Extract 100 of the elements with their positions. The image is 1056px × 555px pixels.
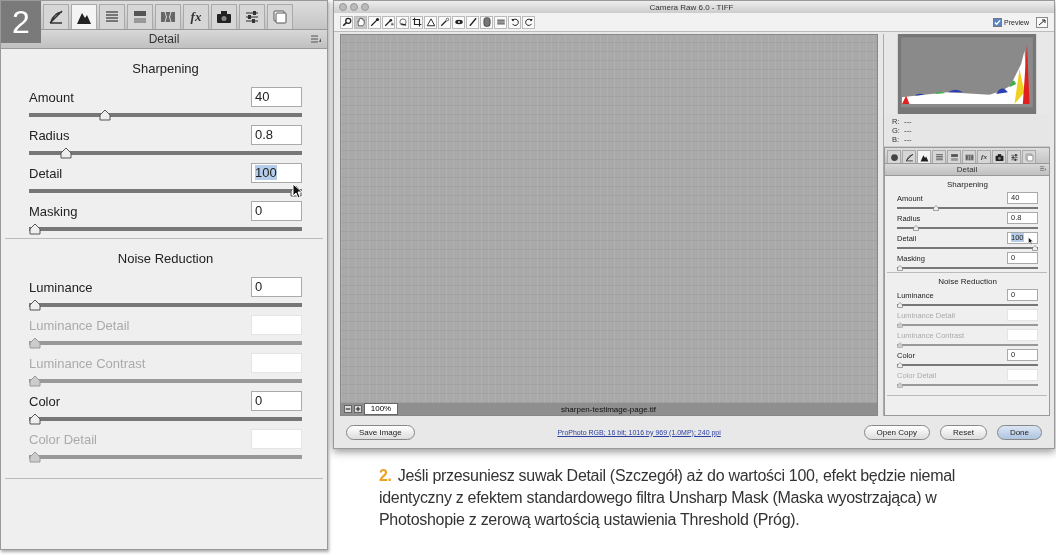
panel-title: Detail: [956, 165, 978, 174]
slider-label: Amount: [29, 89, 74, 105]
value-field[interactable]: 0: [251, 277, 302, 297]
panel-title: Detail: [148, 32, 180, 46]
section-title: Sharpening: [131, 60, 200, 78]
section-title: Noise Reduction: [116, 250, 215, 268]
slider-label: Luminance: [29, 279, 93, 295]
curve-icon: [904, 152, 914, 162]
done-button[interactable]: Done: [996, 424, 1042, 440]
tool-button[interactable]: [368, 15, 381, 29]
zoom-button[interactable]: [361, 3, 369, 11]
zoom-out-button[interactable]: [344, 405, 352, 413]
slider-thumb[interactable]: [29, 299, 41, 311]
panel-tab[interactable]: fx: [183, 4, 209, 29]
value-field[interactable]: 100: [251, 163, 302, 183]
file-name: sharpen-testimage-page.tif: [559, 404, 658, 414]
lens-icon: [964, 152, 974, 162]
panel-menu-icon: [311, 35, 321, 43]
zoom-in-button[interactable]: [354, 405, 362, 413]
tool-button[interactable]: [340, 15, 353, 29]
slider[interactable]: [897, 265, 1038, 271]
preview-checkbox[interactable]: [993, 17, 1003, 27]
slider-thumb[interactable]: [99, 109, 112, 121]
curve-icon: [48, 9, 64, 25]
close-button[interactable]: [339, 3, 347, 11]
slider-thumb[interactable]: [913, 225, 920, 231]
panel-menu-icon: [1040, 166, 1046, 171]
panel-tab[interactable]: [917, 150, 931, 163]
camera-icon: [216, 9, 232, 25]
stripes-icon: [104, 9, 120, 25]
tool-button[interactable]: [480, 15, 493, 29]
stacked-pages-icon: [272, 9, 288, 25]
split-bars-icon: [949, 152, 959, 162]
panel-tab[interactable]: [239, 4, 265, 29]
slider-thumb[interactable]: [897, 265, 903, 271]
slider-label: Luminance Detail: [29, 317, 130, 333]
tool-button[interactable]: [508, 15, 521, 29]
dialog-button[interactable]: Save Image: [346, 424, 415, 440]
window-title: Camera Raw 6.0 - TIFF: [648, 2, 735, 12]
tool-button[interactable]: [424, 15, 437, 29]
zoom-field[interactable]: 100%: [364, 403, 398, 415]
panel-tab[interactable]: [992, 150, 1006, 163]
minimize-button[interactable]: [350, 3, 358, 11]
rotate-left-icon: [509, 17, 520, 27]
histogram-peak: [914, 93, 925, 96]
camera-icon: [994, 152, 1004, 162]
slider-thumb[interactable]: [933, 205, 940, 211]
section-title: Sharpening: [946, 179, 989, 191]
tool-button[interactable]: [382, 15, 395, 29]
slider-label: Color Detail: [29, 431, 97, 447]
value-field[interactable]: 0.8: [251, 125, 302, 145]
eye-icon: [453, 17, 464, 27]
slider-label: Color: [29, 393, 61, 409]
stacked-pages-icon: [1024, 152, 1034, 162]
slider-thumb[interactable]: [897, 362, 903, 368]
slider[interactable]: [897, 362, 1038, 368]
slider-label: Detail: [29, 165, 63, 181]
panel-tab[interactable]: [211, 4, 237, 29]
dialog-button[interactable]: Reset: [939, 424, 987, 440]
dropper-icon: [369, 17, 380, 27]
slider-label: Radius: [29, 127, 70, 143]
slider[interactable]: [897, 302, 1038, 308]
slider-label: Luminance Contrast: [29, 355, 146, 371]
tool-button[interactable]: [466, 15, 479, 29]
step-number: 2: [1, 1, 41, 43]
value-field[interactable]: 0: [251, 391, 302, 411]
brush-icon: [467, 17, 478, 27]
value-field[interactable]: 0: [251, 201, 302, 221]
tool-button[interactable]: [522, 15, 535, 29]
slider-thumb[interactable]: [29, 223, 41, 235]
magnifier-icon: [341, 17, 352, 27]
lens-icon: [160, 9, 176, 25]
histogram-peak: [902, 95, 910, 104]
tool-button[interactable]: [410, 15, 423, 29]
circle-icon: [889, 152, 899, 162]
rotate-right-icon: [523, 17, 534, 27]
fullscreen-icon: [1036, 16, 1048, 28]
stripes-icon: [934, 152, 944, 162]
dropper-target-icon: [383, 17, 394, 27]
slider-label: Masking: [29, 203, 78, 219]
panel-tab[interactable]: [71, 4, 97, 29]
crop-icon: [411, 17, 422, 27]
triangle-icon: [425, 17, 436, 27]
list-icon: [495, 17, 506, 27]
histogram-peak: [947, 89, 963, 93]
mountain-icon: [919, 152, 929, 162]
slider-thumb[interactable]: [897, 302, 903, 308]
panel-tab[interactable]: [902, 150, 916, 163]
gradient-filter-icon: [481, 17, 492, 27]
panel-tab[interactable]: [887, 150, 901, 163]
tool-button[interactable]: [452, 15, 465, 29]
section-title: Noise Reduction: [937, 276, 998, 288]
panel-tab[interactable]: [1007, 150, 1021, 163]
panel-tab[interactable]: [43, 4, 69, 29]
slider-thumb[interactable]: [60, 147, 73, 159]
slider[interactable]: [897, 245, 1038, 251]
dialog-button[interactable]: Open Copy: [863, 424, 930, 440]
value-field[interactable]: 40: [251, 87, 302, 107]
sliders-icon: [244, 9, 260, 25]
slider-thumb[interactable]: [29, 413, 41, 425]
